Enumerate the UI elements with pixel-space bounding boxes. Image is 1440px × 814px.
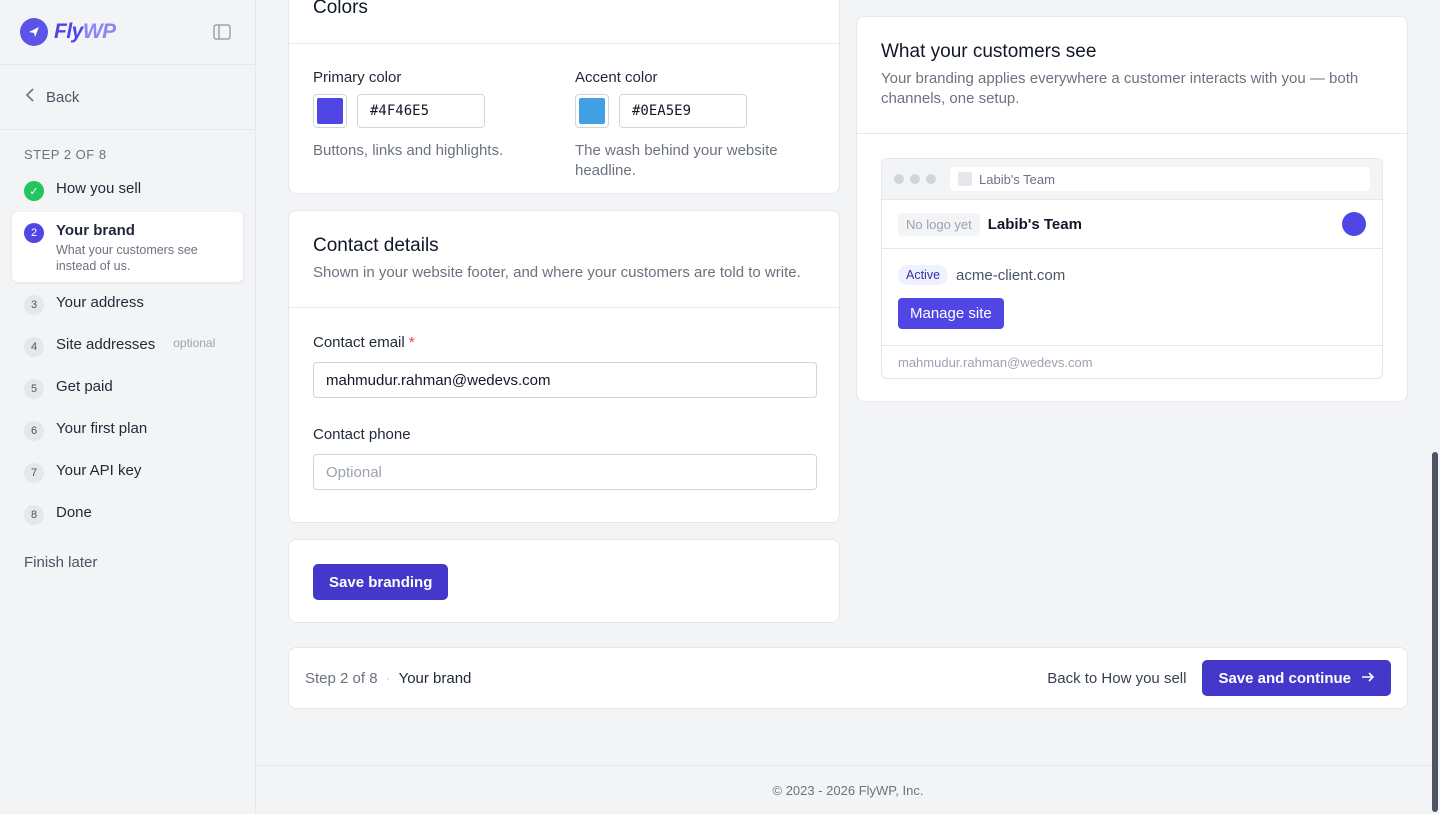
logo-text: FlyWP <box>54 20 116 43</box>
step-number: 2 <box>24 223 44 243</box>
primary-color-hint: Buttons, links and highlights. <box>313 142 504 159</box>
avatar <box>1342 212 1366 236</box>
step-get-paid[interactable]: 5 Get paid <box>12 368 243 410</box>
window-dot <box>926 174 936 184</box>
required-marker: * <box>408 334 415 351</box>
step-subtitle: What your customers see instead of us. <box>56 243 198 273</box>
step-number: 3 <box>24 295 44 315</box>
primary-color-input[interactable]: #4F46E5 <box>357 94 485 128</box>
step-number: 8 <box>24 505 44 525</box>
back-to-previous-step-link[interactable]: Back to How you sell <box>1047 670 1186 687</box>
step-number: 6 <box>24 421 44 441</box>
step-your-brand[interactable]: 2 Your brand What your customers see ins… <box>12 212 243 282</box>
back-label: Back <box>46 88 80 106</box>
primary-color-swatch[interactable] <box>313 94 347 128</box>
check-icon: ✓ <box>24 181 44 201</box>
accent-color-field: Accent color #0EA5E9 The wash behind you… <box>575 69 797 181</box>
step-label: Your brand <box>56 222 135 239</box>
accent-color-input[interactable]: #0EA5E9 <box>619 94 747 128</box>
chevron-left-icon <box>24 88 36 106</box>
step-how-you-sell[interactable]: ✓ How you sell <box>12 170 243 212</box>
browser-bar: Labib's Team <box>882 159 1382 200</box>
finish-later-link[interactable]: Finish later <box>0 536 255 589</box>
step-site-addresses[interactable]: 4 Site addresses optional <box>12 326 243 368</box>
preview-description: Your branding applies everywhere a custo… <box>881 70 1359 107</box>
contact-description: Shown in your website footer, and where … <box>313 264 801 281</box>
save-branding-card: Save branding <box>288 539 840 623</box>
optional-tag: optional <box>173 336 216 350</box>
sidebar-header: FlyWP <box>0 0 255 65</box>
window-dot <box>910 174 920 184</box>
preview-footer-email: mahmudur.rahman@wedevs.com <box>898 354 1093 370</box>
step-label: Site addresses <box>56 336 156 353</box>
save-and-continue-button[interactable]: Save and continue <box>1202 660 1391 696</box>
separator: · <box>385 669 391 687</box>
step-label: Get paid <box>56 378 113 395</box>
team-name: Labib's Team <box>987 215 1082 233</box>
save-branding-button[interactable]: Save branding <box>313 564 449 600</box>
step-progress: STEP 2 OF 8 <box>24 147 107 162</box>
logo-placeholder: No logo yet <box>898 212 980 236</box>
step-your-first-plan[interactable]: 6 Your first plan <box>12 410 243 452</box>
contact-email-input[interactable]: mahmudur.rahman@wedevs.com <box>313 362 817 398</box>
contact-details-card: Contact details Shown in your website fo… <box>288 210 840 523</box>
contact-email-label: Contact email * <box>313 334 415 351</box>
step-number: 5 <box>24 379 44 399</box>
primary-color-label: Primary color <box>313 69 402 86</box>
site-domain: acme-client.com <box>956 266 1066 284</box>
step-done[interactable]: 8 Done <box>12 494 243 536</box>
favicon-icon <box>958 172 972 186</box>
sidebar: FlyWP Back STEP 2 OF 8 ✓ How you sell 2 … <box>0 0 256 814</box>
step-label: How you sell <box>56 180 142 197</box>
step-counter: Step 2 of 8 <box>305 669 378 687</box>
copyright: © 2023 - 2026 FlyWP, Inc. <box>256 765 1440 814</box>
manage-site-button: Manage site <box>898 298 1004 329</box>
contact-phone-input[interactable]: Optional <box>313 454 817 490</box>
step-label: Your first plan <box>56 420 148 437</box>
accent-color-label: Accent color <box>575 69 658 86</box>
preview-title: What your customers see <box>881 41 1097 62</box>
accent-color-swatch[interactable] <box>575 94 609 128</box>
sidebar-collapse-icon[interactable] <box>213 24 231 40</box>
preview-site-row: Active acme-client.com Manage site <box>882 249 1382 346</box>
window-dot <box>894 174 904 184</box>
colors-card: Colors Primary color #4F46E5 Buttons, li… <box>288 0 840 194</box>
scrollbar[interactable] <box>1432 452 1438 812</box>
accent-color-hint: The wash behind your website headline. <box>575 142 778 179</box>
customer-portal-preview: Labib's Team No logo yet Labib's Team Ac… <box>881 158 1383 379</box>
step-list: ✓ How you sell 2 Your brand What your cu… <box>0 170 255 536</box>
current-step-name: Your brand <box>398 669 472 687</box>
contact-phone-label: Contact phone <box>313 426 411 443</box>
step-your-address[interactable]: 3 Your address <box>12 284 243 326</box>
colors-title: Colors <box>313 0 368 18</box>
arrow-right-icon <box>1361 670 1375 687</box>
step-footer-bar: Step 2 of 8 · Your brand Back to How you… <box>288 647 1408 709</box>
logo-icon <box>20 18 48 46</box>
status-badge: Active <box>898 265 949 285</box>
preview-card: What your customers see Your branding ap… <box>856 16 1408 402</box>
primary-color-field: Primary color #4F46E5 Buttons, links and… <box>313 69 535 181</box>
step-your-api-key[interactable]: 7 Your API key <box>12 452 243 494</box>
preview-header: No logo yet Labib's Team <box>882 200 1382 249</box>
step-label: Your address <box>56 294 144 311</box>
step-label: Done <box>56 504 92 521</box>
step-number: 7 <box>24 463 44 483</box>
tab-title: Labib's Team <box>979 171 1055 187</box>
logo[interactable]: FlyWP <box>20 18 116 46</box>
browser-tab: Labib's Team <box>950 167 1370 191</box>
contact-title: Contact details <box>313 235 439 256</box>
step-label: Your API key <box>56 462 142 479</box>
step-number: 4 <box>24 337 44 357</box>
back-link[interactable]: Back <box>0 65 255 130</box>
